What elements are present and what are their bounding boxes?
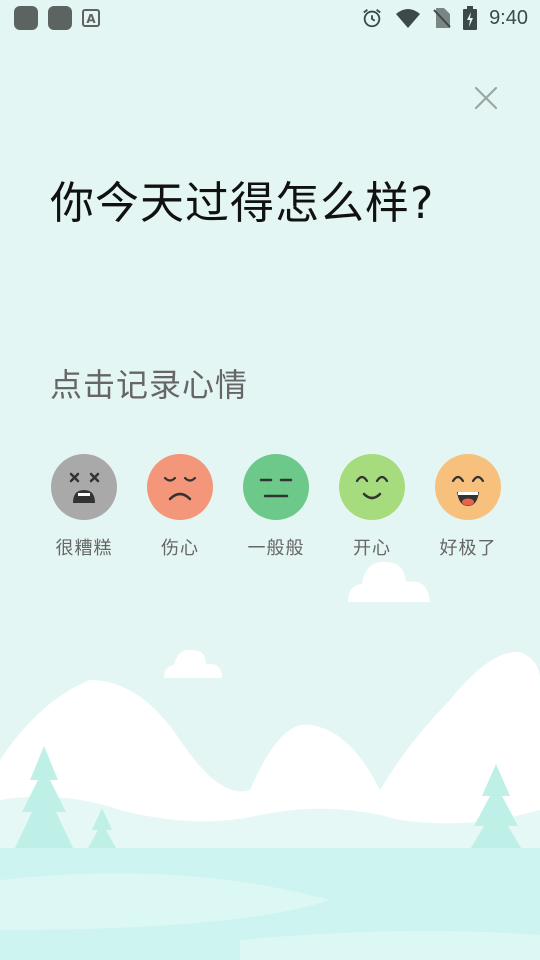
no-sim-icon (433, 7, 451, 29)
dead-face-icon (51, 454, 117, 520)
app-square-icon (14, 6, 38, 30)
status-time: 9:40 (489, 6, 528, 29)
landscape-illustration (0, 561, 540, 960)
cloud-icon (164, 649, 222, 678)
laughing-face-icon (435, 454, 501, 520)
neutral-face-icon (243, 454, 309, 520)
a-text-icon: A (82, 9, 100, 27)
status-right: 9:40 (361, 6, 528, 30)
cloud-icon (348, 561, 430, 602)
close-icon (474, 86, 498, 110)
battery-charging-icon (463, 6, 478, 30)
page-title: 你今天过得怎么样? (50, 178, 435, 229)
close-button[interactable] (472, 84, 500, 112)
app-square-icon (48, 6, 72, 30)
subtitle: 点击记录心情 (50, 366, 249, 404)
smile-face-icon (339, 454, 405, 520)
status-bar: A 9:40 (0, 0, 540, 36)
wifi-icon (395, 7, 421, 29)
alarm-clock-icon (361, 7, 383, 29)
status-left: A (14, 6, 100, 30)
sad-face-icon (147, 454, 213, 520)
